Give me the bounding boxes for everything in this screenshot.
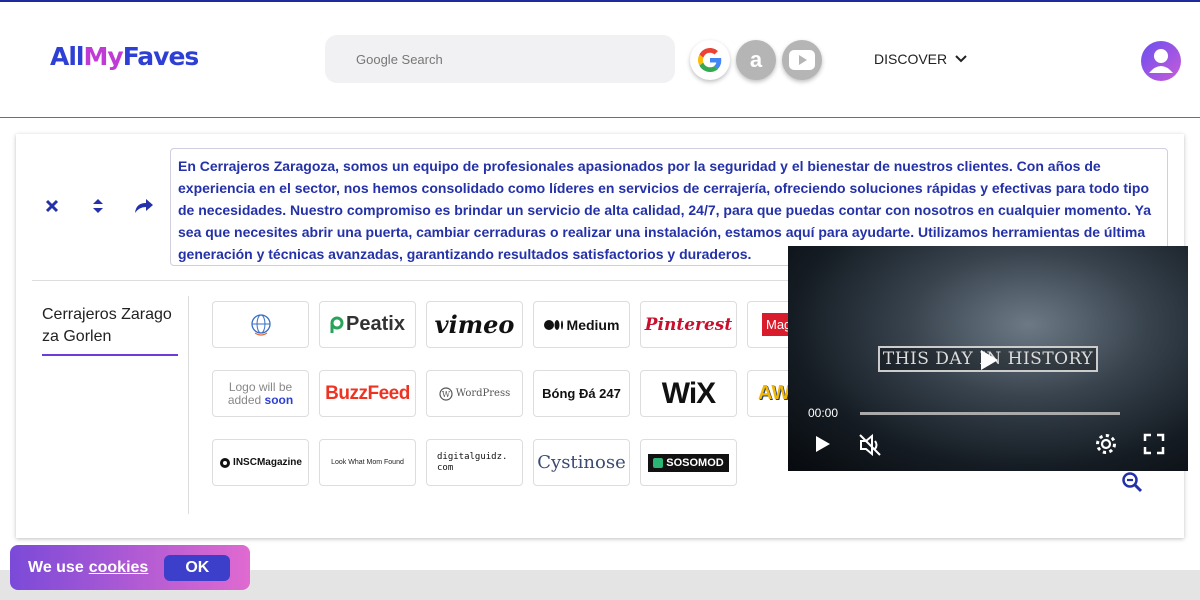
tile-digitalguidz[interactable]: digitalguidz.com xyxy=(426,439,523,486)
vimeo-logo: vimeo xyxy=(434,310,515,339)
placeholder-added: added xyxy=(227,392,265,407)
tile-logo-placeholder[interactable]: Logo will be added soon xyxy=(212,370,309,417)
settings-button[interactable] xyxy=(1094,432,1118,456)
logo-part-1: All xyxy=(50,42,84,71)
tile-wordpress[interactable]: W WordPress xyxy=(426,370,523,417)
amazon-search-button[interactable]: a xyxy=(736,40,776,80)
muted-speaker-icon xyxy=(859,433,881,457)
play-button[interactable] xyxy=(810,432,834,456)
svg-text:W: W xyxy=(442,390,451,399)
pinterest-logo: Pinterest xyxy=(644,314,733,335)
tile-globe[interactable] xyxy=(212,301,309,348)
center-play-icon xyxy=(981,350,998,370)
video-player[interactable]: THIS DAY IN HISTORY 00:00 xyxy=(788,246,1188,471)
google-search-button[interactable] xyxy=(690,40,730,80)
peatix-mark-icon xyxy=(330,316,344,333)
vertical-divider xyxy=(188,296,189,514)
sosomod-logo: SOSOMOD xyxy=(648,453,729,472)
wordpress-logo: W WordPress xyxy=(439,386,511,401)
wordpress-text: WordPress xyxy=(455,388,511,399)
sort-icon xyxy=(93,199,103,213)
medium-text: Medium xyxy=(566,316,620,333)
tile-bongda247[interactable]: Bóng Đá 247 xyxy=(533,370,630,417)
insc-logo: INSCMagazine xyxy=(219,457,302,469)
bongda-logo: Bóng Đá 247 xyxy=(542,386,621,401)
tile-buzzfeed[interactable]: BuzzFeed xyxy=(319,370,416,417)
placeholder-line-2: added soon xyxy=(227,392,294,407)
allmyfaves-logo[interactable]: AllMyFaves xyxy=(50,42,200,71)
cookies-link[interactable]: cookies xyxy=(89,559,149,577)
tile-lookwhatmomfound[interactable]: Look What Mom Found xyxy=(319,439,416,486)
share-icon xyxy=(135,199,153,213)
cookie-banner: We use cookies OK xyxy=(10,545,250,590)
fullscreen-button[interactable] xyxy=(1142,432,1166,456)
amazon-icon: a xyxy=(749,47,763,72)
peatix-logo: Peatix xyxy=(330,313,405,336)
video-current-time: 00:00 xyxy=(808,406,839,420)
close-button[interactable] xyxy=(42,196,62,216)
tile-cystinose[interactable]: Cystinose xyxy=(533,439,630,486)
lwmf-logo: Look What Mom Found xyxy=(331,459,404,466)
digitalguidz-logo: digitalguidz.com xyxy=(437,451,508,473)
user-avatar[interactable] xyxy=(1141,41,1181,81)
mute-button[interactable] xyxy=(857,432,881,457)
user-icon xyxy=(1149,49,1173,73)
youtube-search-button[interactable] xyxy=(782,40,822,80)
sosomod-mark-icon xyxy=(653,457,664,468)
insc-mark-icon xyxy=(220,457,231,468)
buzzfeed-logo: BuzzFeed xyxy=(325,382,410,404)
sosomod-text: SOSOMOD xyxy=(666,456,724,469)
cystinose-logo: Cystinose xyxy=(537,452,626,473)
youtube-icon xyxy=(789,50,815,70)
aw-logo: AW xyxy=(758,382,791,404)
medium-dots-icon xyxy=(543,319,563,330)
close-icon xyxy=(45,199,59,213)
cookie-ok-button[interactable]: OK xyxy=(164,554,231,581)
zoom-out-button[interactable] xyxy=(1120,470,1144,494)
discover-label: DISCOVER xyxy=(874,51,948,67)
placeholder-soon: soon xyxy=(264,392,294,407)
insc-text: INSCMagazine xyxy=(233,457,302,468)
sort-button[interactable] xyxy=(88,196,108,216)
discover-menu[interactable]: DISCOVER xyxy=(874,51,967,67)
medium-logo: Medium xyxy=(543,316,620,333)
google-search-input[interactable] xyxy=(325,35,675,83)
wix-logo: WiX xyxy=(661,376,716,410)
tile-peatix[interactable]: Peatix xyxy=(319,301,416,348)
google-icon xyxy=(698,48,722,72)
globe-logo-icon xyxy=(250,313,271,336)
tile-sosomod[interactable]: SOSOMOD xyxy=(640,439,737,486)
card-toolbar xyxy=(42,196,154,216)
play-icon xyxy=(816,436,830,452)
zoom-out-icon xyxy=(1122,472,1143,493)
tile-medium[interactable]: Medium xyxy=(533,301,630,348)
site-header: AllMyFaves a DISCOVER xyxy=(0,2,1200,118)
tab-cerrajeros-zaragoza[interactable]: Cerrajeros Zaragoza Gorlen xyxy=(42,304,178,356)
share-button[interactable] xyxy=(134,196,154,216)
chevron-down-icon xyxy=(955,55,967,63)
tile-pinterest[interactable]: Pinterest xyxy=(640,301,737,348)
gear-icon xyxy=(1096,434,1116,454)
cookie-text: We use xyxy=(28,558,84,576)
video-progress-bar[interactable] xyxy=(860,412,1120,415)
tile-wix[interactable]: WiX xyxy=(640,370,737,417)
logo-part-2: My xyxy=(83,42,124,71)
tile-vimeo[interactable]: vimeo xyxy=(426,301,523,348)
wordpress-mark-icon: W xyxy=(439,386,453,401)
logo-part-3: Faves xyxy=(122,42,200,71)
tile-inscmagazine[interactable]: INSCMagazine xyxy=(212,439,309,486)
fullscreen-icon xyxy=(1143,433,1165,455)
peatix-text: Peatix xyxy=(346,313,405,335)
